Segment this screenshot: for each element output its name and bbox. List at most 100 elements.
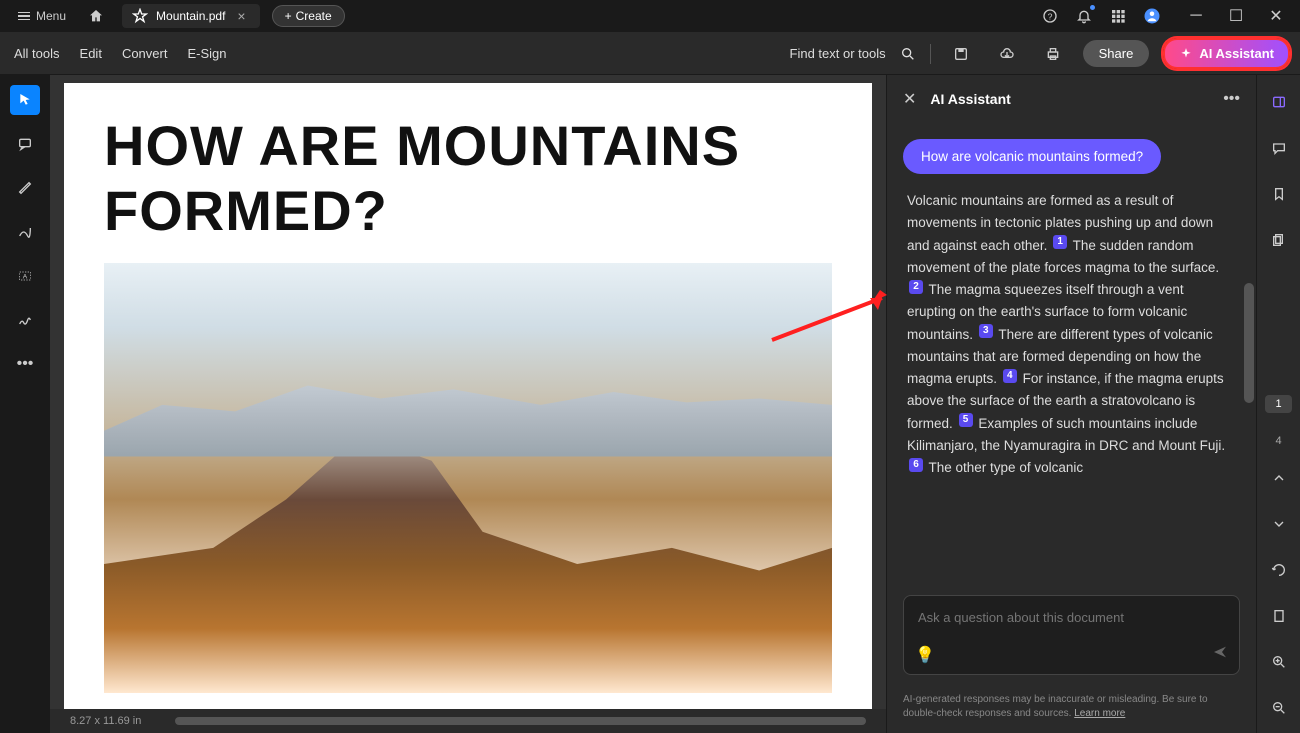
citation-5[interactable]: 5 (959, 413, 973, 427)
chevron-down-icon (1271, 516, 1287, 532)
document-page[interactable]: HOW ARE MOUNTAINS FORMED? (64, 83, 872, 709)
cloud-button[interactable] (991, 40, 1023, 68)
citation-1[interactable]: 1 (1053, 235, 1067, 249)
comment-tool[interactable] (10, 129, 40, 159)
ai-conversation: How are volcanic mountains formed? Volca… (887, 123, 1256, 583)
ai-panel-header: ✕ AI Assistant ••• (887, 75, 1256, 123)
citation-2[interactable]: 2 (909, 280, 923, 294)
ai-panel-menu[interactable]: ••• (1223, 90, 1240, 108)
maximize-button[interactable]: ☐ (1220, 3, 1252, 29)
fit-icon (1271, 608, 1287, 624)
citation-3[interactable]: 3 (979, 324, 993, 338)
current-page-indicator[interactable]: 1 (1265, 395, 1291, 413)
comments-panel[interactable] (1264, 133, 1294, 163)
learn-more-link[interactable]: Learn more (1074, 708, 1125, 719)
text-box-icon: A (17, 268, 33, 284)
profile-icon (1143, 7, 1161, 25)
pages-panel[interactable] (1264, 225, 1294, 255)
save-button[interactable] (945, 40, 977, 68)
pages-icon (1271, 232, 1287, 248)
ai-assistant-panel: ✕ AI Assistant ••• How are volcanic moun… (886, 75, 1256, 733)
citation-4[interactable]: 4 (1003, 369, 1017, 383)
sign-tool[interactable] (10, 305, 40, 335)
bookmarks-panel[interactable] (1264, 179, 1294, 209)
page-down-button[interactable] (1264, 509, 1294, 539)
close-window-button[interactable]: ✕ (1260, 3, 1292, 29)
sign-icon (17, 312, 33, 328)
document-tab[interactable]: Mountain.pdf × (122, 4, 260, 28)
panel-icon (1271, 94, 1287, 110)
speech-icon (1271, 140, 1287, 156)
more-icon: ••• (17, 355, 34, 373)
comment-icon (17, 136, 33, 152)
apps-button[interactable] (1102, 2, 1134, 30)
create-label: Create (296, 9, 332, 23)
share-button[interactable]: Share (1083, 40, 1150, 67)
profile-button[interactable] (1136, 2, 1168, 30)
zoom-out-button[interactable] (1264, 693, 1294, 723)
right-toolbar: 1 4 (1256, 75, 1300, 733)
toolbar-right: Find text or tools Share AI Assistant (790, 38, 1290, 69)
chevron-up-icon (1271, 470, 1287, 486)
ai-assistant-button[interactable]: AI Assistant (1163, 38, 1290, 69)
rotate-button[interactable] (1264, 555, 1294, 585)
page-up-button[interactable] (1264, 463, 1294, 493)
highlighter-icon (17, 180, 33, 196)
fit-page-button[interactable] (1264, 601, 1294, 631)
esign-button[interactable]: E-Sign (187, 46, 226, 61)
search-icon[interactable] (900, 46, 916, 62)
find-label[interactable]: Find text or tools (790, 46, 886, 61)
send-button[interactable] (1212, 644, 1228, 665)
help-button[interactable]: ? (1034, 2, 1066, 30)
star-icon (132, 8, 148, 24)
ai-disclaimer: AI-generated responses may be inaccurate… (887, 685, 1256, 733)
left-toolbar: A ••• (0, 75, 50, 733)
citation-6[interactable]: 6 (909, 458, 923, 472)
divider (930, 44, 931, 64)
horizontal-scrollbar[interactable] (175, 717, 866, 725)
more-tools[interactable]: ••• (10, 349, 40, 379)
bell-icon (1076, 8, 1092, 24)
edit-button[interactable]: Edit (80, 46, 102, 61)
text-tool[interactable]: A (10, 261, 40, 291)
notifications-button[interactable] (1068, 2, 1100, 30)
bookmark-icon (1271, 186, 1287, 202)
print-icon (1045, 46, 1061, 62)
ai-scrollbar[interactable] (1242, 123, 1256, 583)
tab-close-button[interactable]: × (233, 8, 249, 24)
suggestions-button[interactable]: 💡 (915, 645, 935, 665)
hamburger-icon (18, 12, 30, 21)
ai-input-area: 💡 (887, 583, 1256, 685)
ai-question: How are volcanic mountains formed? (903, 139, 1161, 174)
highlight-tool[interactable] (10, 173, 40, 203)
document-footer: 8.27 x 11.69 in (50, 709, 886, 733)
plus-icon: + (285, 9, 292, 23)
save-icon (953, 46, 969, 62)
apps-icon (1110, 8, 1126, 24)
titlebar: Menu Mountain.pdf × + Create ? ─ ☐ ✕ (0, 0, 1300, 33)
menu-button[interactable]: Menu (8, 5, 76, 27)
panel-toggle[interactable] (1264, 87, 1294, 117)
send-icon (1212, 644, 1228, 660)
svg-text:A: A (23, 274, 28, 281)
ai-close-button[interactable]: ✕ (903, 89, 916, 109)
all-tools-button[interactable]: All tools (14, 46, 60, 61)
document-area: HOW ARE MOUNTAINS FORMED? 8.27 x 11.69 i… (50, 75, 886, 733)
print-button[interactable] (1037, 40, 1069, 68)
select-tool[interactable] (10, 85, 40, 115)
sparkle-icon (1179, 47, 1193, 61)
draw-icon (17, 224, 33, 240)
create-button[interactable]: + Create (272, 5, 345, 27)
convert-button[interactable]: Convert (122, 46, 168, 61)
document-image (104, 263, 832, 693)
zoom-in-button[interactable] (1264, 647, 1294, 677)
main-area: A ••• HOW ARE MOUNTAINS FORMED? 8.27 x 1… (0, 75, 1300, 733)
minimize-button[interactable]: ─ (1180, 3, 1212, 29)
home-button[interactable] (80, 2, 112, 30)
help-icon: ? (1042, 8, 1058, 24)
home-icon (88, 8, 104, 24)
tab-title: Mountain.pdf (156, 9, 225, 23)
ai-panel-title: AI Assistant (930, 91, 1209, 107)
main-toolbar: All tools Edit Convert E-Sign Find text … (0, 33, 1300, 75)
draw-tool[interactable] (10, 217, 40, 247)
